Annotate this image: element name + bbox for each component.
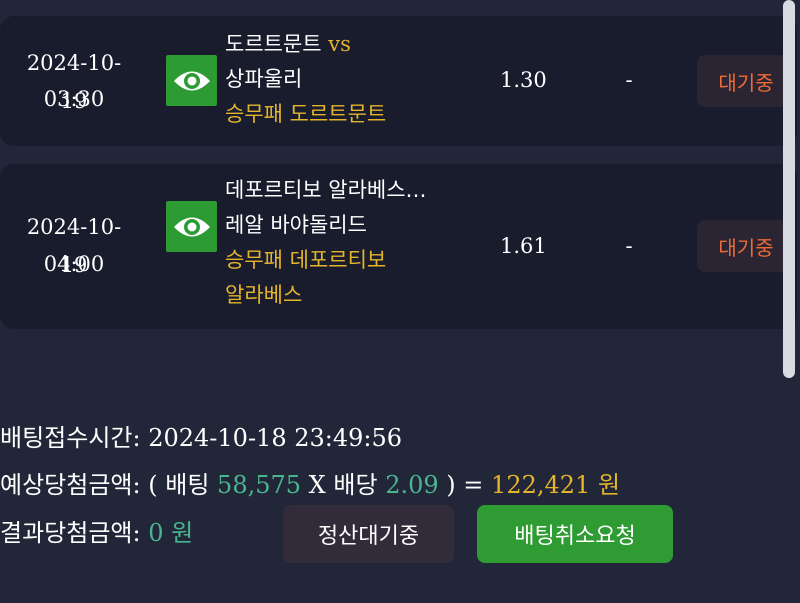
bet-pick-continued: 알라베스	[225, 283, 303, 307]
away-team: 상파울리	[225, 67, 303, 91]
result-win-row: 결과당첨금액: 0 원	[0, 513, 193, 548]
settlement-pending-button[interactable]: 정산대기중	[283, 505, 454, 563]
currency-won: 원	[597, 471, 621, 499]
total-odds: 2.09	[385, 471, 439, 499]
scrollbar-thumb[interactable]	[783, 0, 795, 378]
bet-odds: 1.61	[500, 234, 547, 258]
colon: :	[132, 519, 141, 547]
eye-icon	[173, 217, 210, 236]
bet-time: 04:00	[43, 252, 105, 276]
cancel-bet-request-button[interactable]: 배팅취소요청	[477, 505, 673, 563]
bet-pick: 승무패 데포르티보	[225, 248, 387, 272]
scrollbar[interactable]	[783, 0, 795, 378]
receipt-time-label: 배팅접수시간	[0, 424, 133, 452]
match-info: 데포르티보 알라베스… 레알 바야돌리드 승무패 데포르티보 알라베스	[225, 173, 475, 313]
expected-win-row: 예상당첨금액: ( 배팅 58,575 X 배당 2.09 ) = 122,42…	[0, 465, 620, 500]
home-team: 데포르티보 알라베스…	[225, 178, 427, 202]
view-detail-button[interactable]	[166, 201, 217, 252]
open-paren: (	[148, 471, 158, 499]
bet-odds: 1.30	[500, 68, 547, 92]
bet-card: 2024-10-19 04:00 데포르티보 알라베스… 레알 바야돌리드 승무…	[0, 164, 797, 329]
odds-word: 배당	[333, 471, 378, 499]
close-paren-equals: ) =	[446, 471, 484, 499]
away-team: 레알 바야돌리드	[225, 213, 367, 237]
bet-pick: 승무패 도르트문트	[225, 102, 387, 126]
result-currency-won: 원	[171, 519, 194, 547]
times-sign: X	[308, 471, 326, 499]
bet-card: 2024-10-19 03:30 도르트문트 vs 상파울리 승무패 도르트문트…	[0, 16, 797, 146]
status-badge: 대기중	[697, 220, 795, 272]
bet-word: 배팅	[165, 471, 210, 499]
bet-result: -	[625, 234, 633, 258]
home-team: 도르트문트	[225, 32, 322, 56]
bet-time: 03:30	[43, 87, 105, 111]
eye-icon	[173, 71, 210, 90]
colon: :	[132, 424, 141, 452]
expected-amount: 122,421	[491, 471, 591, 499]
result-amount: 0	[148, 519, 164, 547]
match-info: 도르트문트 vs 상파울리 승무패 도르트문트	[225, 27, 475, 132]
colon: :	[132, 471, 141, 499]
view-detail-button[interactable]	[166, 55, 217, 106]
vs-label: vs	[328, 32, 351, 56]
bet-amount: 58,575	[217, 471, 302, 499]
bet-result: -	[625, 68, 633, 92]
receipt-time-value: 2024-10-18 23:49:56	[148, 424, 403, 452]
receipt-time-row: 배팅접수시간: 2024-10-18 23:49:56	[0, 418, 402, 453]
expected-win-label: 예상당첨금액	[0, 471, 133, 499]
status-badge: 대기중	[697, 55, 795, 107]
result-win-label: 결과당첨금액	[0, 519, 133, 547]
